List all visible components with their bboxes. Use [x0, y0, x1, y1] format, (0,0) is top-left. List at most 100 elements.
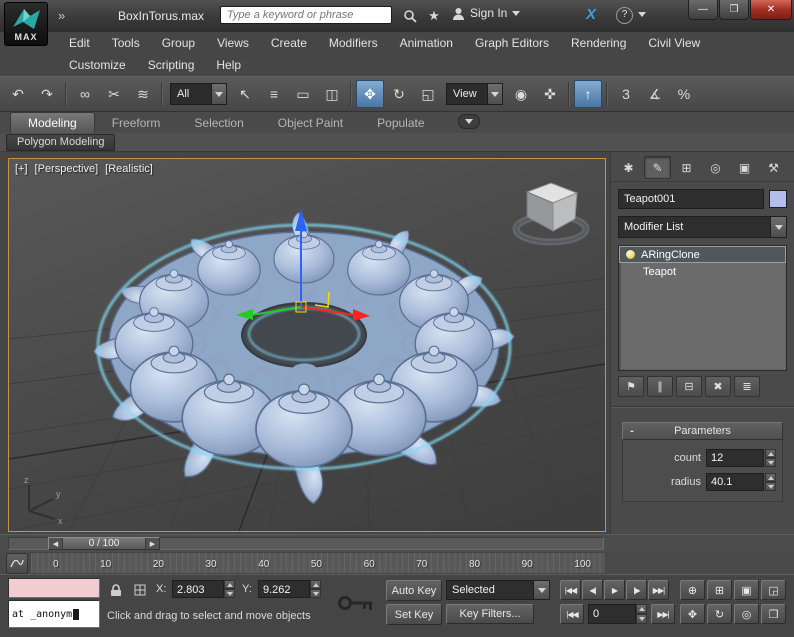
keyboard-override-toggle[interactable]: ↑: [574, 80, 602, 108]
snaps-toggle[interactable]: 3: [612, 80, 640, 108]
help-icon[interactable]: ?: [616, 7, 633, 24]
menu-help[interactable]: Help: [205, 58, 252, 72]
ribbon-tab-populate[interactable]: Populate: [360, 113, 441, 133]
select-and-move-button[interactable]: ✥: [356, 80, 384, 108]
zoom-all-button[interactable]: ⊞: [707, 580, 732, 600]
radius-spinner[interactable]: [765, 473, 776, 491]
select-and-rotate-button[interactable]: ↻: [385, 80, 413, 108]
make-unique-button[interactable]: ⊟: [676, 376, 702, 397]
create-tab[interactable]: ✱: [615, 156, 642, 179]
next-frame-button[interactable]: |▶: [626, 580, 647, 600]
favorites-star-icon[interactable]: ★: [424, 6, 444, 26]
next-key-button[interactable]: ▶▶|: [651, 604, 675, 624]
select-object-button[interactable]: ↖: [231, 80, 259, 108]
menu-views[interactable]: Views: [206, 36, 260, 50]
menu-customize[interactable]: Customize: [58, 58, 137, 72]
menu-civil-view[interactable]: Civil View: [637, 36, 711, 50]
y-coordinate-field[interactable]: 9.262: [258, 580, 310, 598]
undo-button[interactable]: ↶: [4, 80, 32, 108]
x-coordinate-spinner[interactable]: [224, 580, 235, 598]
polygon-modeling-panel[interactable]: Polygon Modeling: [6, 133, 116, 151]
parameters-rollout-header[interactable]: - Parameters: [622, 422, 783, 440]
help-caret-icon[interactable]: [638, 12, 646, 17]
ribbon-collapse-button[interactable]: [457, 114, 480, 129]
angle-snap-toggle[interactable]: ∡: [641, 80, 669, 108]
menu-graph-editors[interactable]: Graph Editors: [464, 36, 560, 50]
stack-item-aringclone[interactable]: ARingClone: [619, 246, 786, 263]
use-pivot-center-button[interactable]: ◉: [507, 80, 535, 108]
radius-field[interactable]: 40.1: [706, 473, 764, 491]
restore-button[interactable]: ❐: [719, 0, 749, 20]
select-and-link-button[interactable]: ∞: [71, 80, 99, 108]
previous-frame-arrow-icon[interactable]: ◀: [49, 538, 63, 549]
redo-button[interactable]: ↷: [33, 80, 61, 108]
selection-set-dropdown[interactable]: Selected: [446, 580, 550, 600]
hierarchy-tab[interactable]: ⊞: [673, 156, 700, 179]
bind-to-spacewarp-button[interactable]: ≋: [129, 80, 157, 108]
selection-lock-toggle[interactable]: [106, 580, 126, 600]
menu-modifiers[interactable]: Modifiers: [318, 36, 389, 50]
y-coordinate-spinner[interactable]: [310, 580, 321, 598]
maximize-viewport-toggle[interactable]: ❒: [761, 604, 786, 624]
motion-tab[interactable]: ◎: [702, 156, 729, 179]
current-frame-spinner[interactable]: [636, 604, 647, 624]
search-input[interactable]: [220, 6, 392, 24]
exchange-apps-icon[interactable]: X: [586, 6, 596, 23]
current-frame-field[interactable]: 0: [588, 604, 636, 624]
menu-animation[interactable]: Animation: [389, 36, 464, 50]
menu-tools[interactable]: Tools: [101, 36, 151, 50]
pin-stack-button[interactable]: ⚑: [618, 376, 644, 397]
track-bar-ruler[interactable]: 0 10 20 30 40 50 60 70 80 90 100: [30, 552, 606, 574]
modify-tab[interactable]: ✎: [644, 156, 671, 179]
object-name-field[interactable]: Teapot001: [618, 189, 764, 209]
play-button[interactable]: ▶: [604, 580, 625, 600]
pan-button[interactable]: ✥: [680, 604, 705, 624]
set-key-button[interactable]: Set Key: [386, 604, 442, 625]
percent-snap-toggle[interactable]: %: [670, 80, 698, 108]
select-by-name-button[interactable]: ≡: [260, 80, 288, 108]
zoom-extents-button[interactable]: ▣: [734, 580, 759, 600]
go-to-end-button[interactable]: ▶▶|: [648, 580, 669, 600]
next-frame-arrow-icon[interactable]: ▶: [145, 538, 159, 549]
quick-access-overflow-icon[interactable]: »: [58, 8, 65, 23]
time-slider-handle[interactable]: ◀ 0 / 100 ▶: [48, 537, 160, 550]
previous-frame-button[interactable]: ◀|: [582, 580, 603, 600]
display-tab[interactable]: ▣: [731, 156, 758, 179]
modifier-stack[interactable]: ARingClone Teapot: [618, 245, 787, 371]
unlink-selection-button[interactable]: ✂: [100, 80, 128, 108]
window-crossing-toggle[interactable]: ◫: [318, 80, 346, 108]
orbit-button[interactable]: ↻: [707, 604, 732, 624]
rectangular-selection-region-button[interactable]: ▭: [289, 80, 317, 108]
absolute-offset-toggle[interactable]: [130, 580, 150, 600]
stack-item-teapot[interactable]: Teapot: [619, 263, 786, 280]
utilities-tab[interactable]: ⚒: [760, 156, 787, 179]
zoom-button[interactable]: ⊕: [680, 580, 705, 600]
sign-in-button[interactable]: Sign In: [452, 6, 521, 20]
perspective-viewport[interactable]: [+] [Perspective] [Realistic] z x y: [8, 158, 606, 532]
app-logo[interactable]: MAX: [4, 2, 48, 46]
count-spinner[interactable]: [765, 449, 776, 467]
menu-edit[interactable]: Edit: [58, 36, 101, 50]
x-coordinate-field[interactable]: 2.803: [172, 580, 224, 598]
remove-modifier-button[interactable]: ✖: [705, 376, 731, 397]
minimize-button[interactable]: —: [688, 0, 718, 20]
go-to-start-button[interactable]: |◀◀: [560, 580, 581, 600]
menu-create[interactable]: Create: [260, 36, 318, 50]
ribbon-tab-selection[interactable]: Selection: [177, 113, 260, 133]
search-icon[interactable]: [400, 6, 420, 26]
viewport-pov-label[interactable]: [Perspective]: [35, 163, 99, 175]
mini-curve-editor-button[interactable]: [6, 553, 28, 574]
viewport-menu-button[interactable]: [+]: [15, 163, 28, 175]
reference-coordinate-dropdown[interactable]: View: [446, 83, 503, 105]
viewport-shading-label[interactable]: [Realistic]: [105, 163, 153, 175]
menu-group[interactable]: Group: [151, 36, 206, 50]
ribbon-tab-modeling[interactable]: Modeling: [10, 112, 95, 133]
viewcube[interactable]: [509, 175, 593, 249]
select-and-scale-button[interactable]: ◱: [414, 80, 442, 108]
field-of-view-button[interactable]: ◎: [734, 604, 759, 624]
object-color-swatch[interactable]: [769, 190, 787, 208]
close-button[interactable]: ✕: [750, 0, 792, 20]
menu-scripting[interactable]: Scripting: [137, 58, 206, 72]
modifier-list-dropdown[interactable]: Modifier List: [618, 216, 787, 238]
zoom-region-button[interactable]: ◲: [761, 580, 786, 600]
